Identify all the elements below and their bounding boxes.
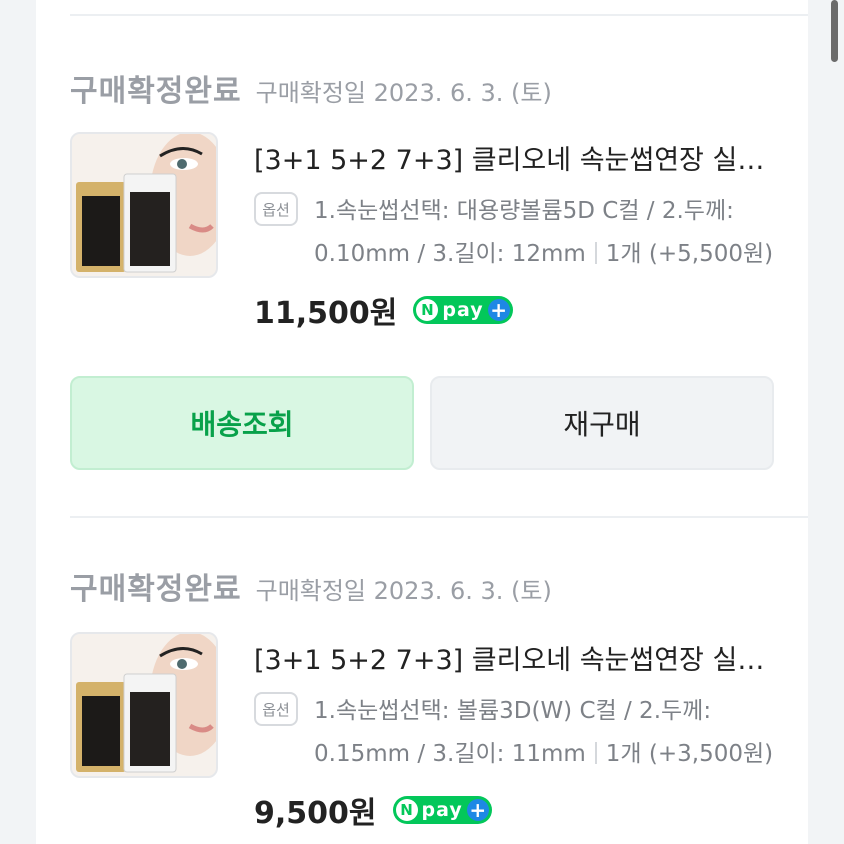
npay-plus-badge: N pay + <box>413 296 513 324</box>
npay-plus-badge: N pay + <box>392 796 492 824</box>
option-badge: 옵션 <box>254 192 298 226</box>
confirm-date: 구매확정일 2023. 6. 3. (토) <box>255 79 552 107</box>
product-image <box>72 134 216 276</box>
price-row: 9,500원 N pay + <box>254 788 492 832</box>
npay-label: pay <box>421 799 463 821</box>
price: 9,500원 <box>254 796 377 831</box>
npay-label: pay <box>442 299 484 321</box>
plus-icon: + <box>466 799 489 821</box>
npay-n-icon: N <box>416 299 439 321</box>
order-status-row: 구매확정완료 구매확정일 2023. 6. 3. (토) <box>70 66 552 109</box>
product-title[interactable]: [3+1 5+2 7+3] 클리오네 속눈썹연장 실크… <box>254 138 776 177</box>
npay-n-icon: N <box>395 799 418 821</box>
order-status-row: 구매확정완료 구매확정일 2023. 6. 3. (토) <box>70 564 552 607</box>
divider <box>70 516 808 518</box>
rebuy-button[interactable]: 재구매 <box>430 376 774 470</box>
divider <box>70 14 808 16</box>
option-separator <box>594 742 597 764</box>
product-thumbnail[interactable] <box>70 632 218 778</box>
product-title[interactable]: [3+1 5+2 7+3] 클리오네 속눈썹연장 실크… <box>254 638 776 677</box>
product-thumbnail[interactable] <box>70 132 218 278</box>
product-image <box>72 634 216 776</box>
option-separator <box>594 242 597 264</box>
option-quantity: 1개 (+3,500원) <box>605 741 774 767</box>
order-list: 구매확정완료 구매확정일 2023. 6. 3. (토) [3+1 5+2 7+… <box>36 0 808 844</box>
plus-icon: + <box>487 299 510 321</box>
price-row: 11,500원 N pay + <box>254 288 513 332</box>
option-badge: 옵션 <box>254 692 298 726</box>
option-text: 1.속눈썹선택: 대용량볼륨5D C컬 / 2.두께: 0.10mm / 3.길… <box>314 190 784 276</box>
order-status: 구매확정완료 <box>70 572 242 607</box>
confirm-date: 구매확정일 2023. 6. 3. (토) <box>255 577 552 605</box>
scrollbar[interactable] <box>831 0 838 62</box>
order-status: 구매확정완료 <box>70 74 242 109</box>
option-text: 1.속눈썹선택: 볼륨3D(W) C컬 / 2.두께: 0.15mm / 3.길… <box>314 690 784 776</box>
price: 11,500원 <box>254 296 398 331</box>
track-delivery-button[interactable]: 배송조회 <box>70 376 414 470</box>
option-quantity: 1개 (+5,500원) <box>605 241 774 267</box>
